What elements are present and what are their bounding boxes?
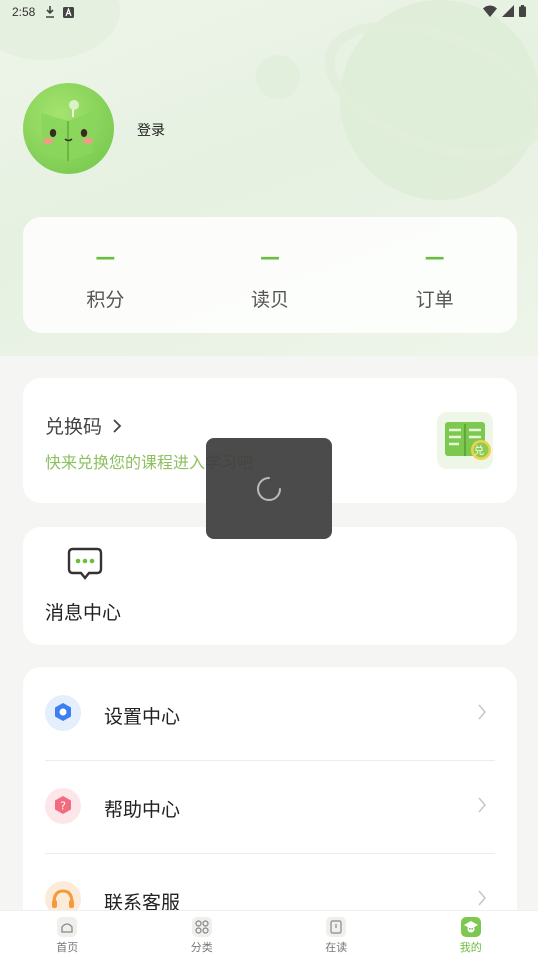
- stat-label: 订单: [415, 289, 454, 311]
- a-badge-icon: [63, 6, 75, 18]
- tab-label: 我的: [459, 941, 482, 954]
- stat-orders[interactable]: — 订单: [352, 217, 517, 333]
- menu-item-label: 设置中心: [104, 706, 181, 728]
- settings-icon: [45, 695, 81, 731]
- menu-item-help[interactable]: ? 帮助中心: [23, 760, 517, 853]
- reading-icon: [326, 917, 347, 937]
- chevron-right-icon: [113, 418, 122, 433]
- stat-read-shells[interactable]: — 读贝: [188, 217, 353, 333]
- redeem-book-icon: 兑: [437, 412, 493, 469]
- redeem-title-row: 兑换码: [45, 412, 122, 439]
- battery-icon: [519, 5, 526, 17]
- stat-label: 读贝: [251, 289, 290, 311]
- tab-label: 首页: [56, 941, 79, 954]
- loading-toast: [206, 438, 332, 539]
- chevron-right-icon: [478, 890, 487, 906]
- menu-item-label: 帮助中心: [104, 799, 181, 821]
- chevron-right-icon: [478, 797, 487, 813]
- mascot-icon: [41, 100, 95, 161]
- decor-bubble: [256, 55, 300, 99]
- tab-category[interactable]: 分类: [135, 911, 270, 956]
- help-icon: ?: [45, 788, 81, 824]
- profile-icon: [460, 917, 481, 937]
- menu-card: 设置中心 ? 帮助中心 联系客服: [23, 667, 517, 927]
- message-center-card[interactable]: 消息中心: [23, 527, 517, 645]
- home-icon: [57, 917, 78, 937]
- loading-spinner-icon: [257, 476, 281, 501]
- status-time: 2:58: [12, 5, 36, 19]
- redeem-title: 兑换码: [45, 416, 103, 438]
- signal-icon: [502, 5, 514, 17]
- wifi-icon: [483, 5, 497, 17]
- stat-points[interactable]: — 积分: [23, 217, 188, 333]
- stat-value: —: [260, 245, 280, 269]
- category-icon: [191, 917, 212, 937]
- stat-value: —: [424, 245, 445, 269]
- chevron-right-icon: [478, 704, 487, 720]
- avatar[interactable]: [23, 83, 114, 174]
- stat-value: —: [95, 245, 116, 269]
- status-bar: 2:58: [0, 0, 538, 24]
- tab-label: 分类: [190, 941, 213, 954]
- login-link[interactable]: 登录: [137, 120, 165, 140]
- tab-reading[interactable]: 在读: [269, 911, 404, 956]
- bottom-tab-bar: 首页 分类 在读 我的: [0, 910, 538, 956]
- download-icon: [46, 6, 55, 18]
- svg-text:?: ?: [60, 800, 66, 813]
- message-bubble-icon: [67, 547, 103, 580]
- redeem-badge-text: 兑: [474, 446, 484, 457]
- tab-label: 在读: [325, 941, 348, 954]
- menu-item-settings[interactable]: 设置中心: [23, 667, 517, 760]
- tab-home[interactable]: 首页: [0, 911, 135, 956]
- stats-card: — 积分 — 读贝 — 订单: [23, 217, 517, 333]
- message-center-label: 消息中心: [45, 602, 122, 624]
- tab-profile[interactable]: 我的: [404, 911, 538, 956]
- stat-label: 积分: [86, 289, 125, 311]
